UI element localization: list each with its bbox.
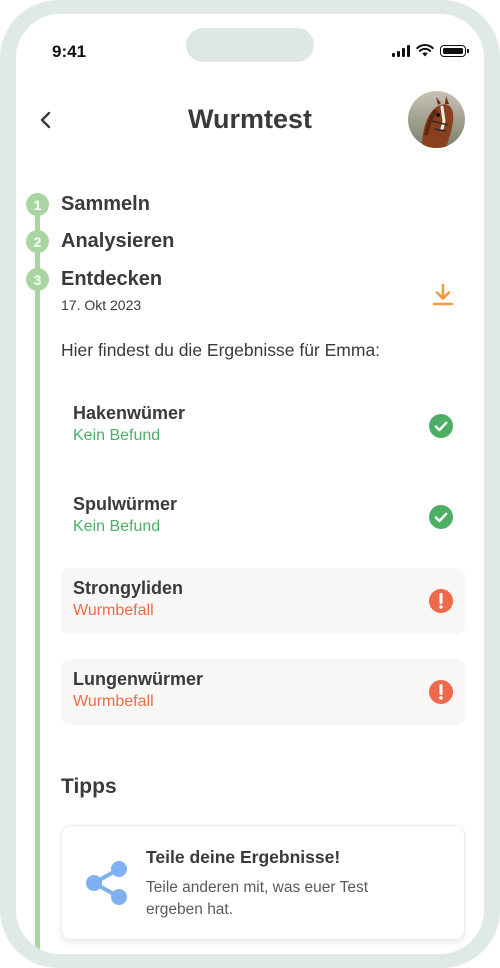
tip-heading: Teile deine Ergebnisse! [146, 847, 341, 867]
status-time: 9:41 [52, 42, 87, 61]
alert-circle-icon [429, 680, 453, 704]
download-icon [432, 283, 454, 306]
dynamic-island [186, 28, 314, 62]
tips-heading: Tipps [61, 775, 117, 798]
step-label: Entdecken [61, 268, 163, 290]
signal-icon [392, 44, 410, 57]
phone-frame: 9:41 Wurmtest 1 Sammeln 2 Analysieren 3 … [0, 0, 500, 968]
step-entdecken[interactable]: 3 Entdecken [26, 268, 162, 291]
timeline-line [35, 204, 40, 954]
download-button[interactable] [428, 280, 458, 310]
result-date: 17. Okt 2023 [61, 297, 142, 313]
result-item[interactable]: Spulwürmer Kein Befund [61, 484, 465, 550]
parasite-name: Lungenwürmer [73, 669, 204, 689]
share-tip-card[interactable]: Teile deine Ergebnisse! Teile anderen mi… [61, 825, 465, 940]
share-icon [86, 861, 127, 905]
parasite-name: Hakenwümer [73, 403, 186, 423]
step-label: Sammeln [61, 193, 150, 215]
horse-avatar[interactable] [408, 91, 465, 148]
step-label: Analysieren [61, 230, 175, 252]
step-sammeln[interactable]: 1 Sammeln [26, 193, 150, 216]
result-item[interactable]: Lungenwürmer Wurmbefall [61, 659, 465, 725]
results-intro: Hier findest du die Ergebnisse für Emma: [61, 340, 381, 360]
result-status: Wurmbefall [73, 602, 154, 619]
step-number: 1 [26, 193, 49, 216]
wifi-icon [416, 44, 434, 57]
tip-text: Teile anderen mit, was euer Test ergeben… [146, 879, 368, 918]
status-icons [392, 44, 469, 57]
result-item[interactable]: Hakenwümer Kein Befund [61, 393, 465, 459]
parasite-name: Spulwürmer [73, 494, 178, 514]
result-status: Kein Befund [73, 427, 161, 444]
alert-circle-icon [429, 589, 453, 613]
check-circle-icon [429, 414, 453, 438]
result-status: Wurmbefall [73, 693, 154, 710]
result-item[interactable]: Strongyliden Wurmbefall [61, 568, 465, 634]
step-number: 2 [26, 230, 49, 253]
parasite-name: Strongyliden [73, 578, 184, 598]
battery-icon [440, 44, 469, 57]
result-status: Kein Befund [73, 518, 161, 535]
app-screen: 9:41 Wurmtest 1 Sammeln 2 Analysieren 3 … [16, 14, 484, 954]
check-circle-icon [429, 505, 453, 529]
step-number: 3 [26, 268, 49, 291]
step-analysieren[interactable]: 2 Analysieren [26, 230, 174, 253]
